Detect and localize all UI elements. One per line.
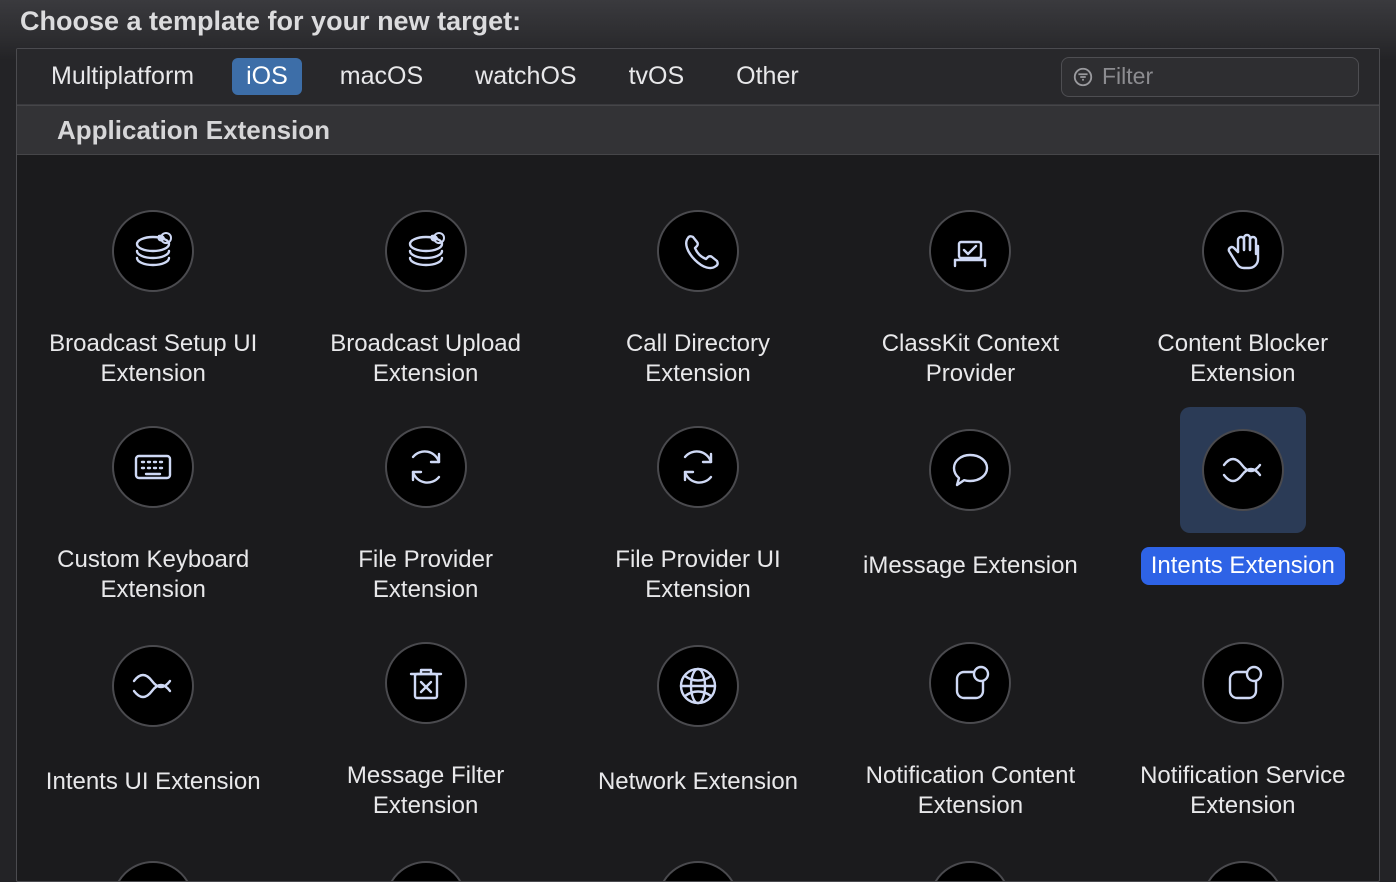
template-intents-ui-extension[interactable]: Intents UI Extension: [17, 609, 289, 825]
template-grid: Broadcast Setup UI Extension Broadcast Up…: [17, 157, 1379, 881]
template-broadcast-upload-extension[interactable]: Broadcast Upload Extension: [289, 177, 561, 393]
template-label: Custom Keyboard Extension: [33, 541, 273, 609]
template-icon-tile: [363, 407, 489, 527]
layers-circle-icon: [385, 210, 467, 292]
template-label: File Provider UI Extension: [578, 541, 818, 609]
template-icon-tile: [90, 407, 216, 527]
template-network-extension[interactable]: Network Extension: [562, 609, 834, 825]
template-icon-tile: [907, 191, 1033, 311]
template-label: Intents UI Extension: [36, 763, 271, 801]
hand-icon: [1202, 210, 1284, 292]
template-call-directory-extension[interactable]: Call Directory Extension: [562, 177, 834, 393]
tab-multiplatform[interactable]: Multiplatform: [37, 58, 208, 95]
tab-macos[interactable]: macOS: [326, 58, 437, 95]
template-icon-tile: [90, 623, 216, 749]
template-intents-extension[interactable]: Intents Extension: [1107, 393, 1379, 609]
dialog-title: Choose a template for your new target:: [0, 0, 1396, 49]
template-label: iMessage Extension: [853, 547, 1088, 585]
filter-icon: [1072, 66, 1094, 88]
template-label: Broadcast Setup UI Extension: [33, 325, 273, 393]
placeholder-icon: [112, 861, 194, 881]
template-icon-tile: [907, 623, 1033, 743]
template-label: Content Blocker Extension: [1123, 325, 1363, 393]
template-icon-tile: [635, 407, 761, 527]
section-header-application-extension: Application Extension: [17, 105, 1379, 155]
template-label: Intents Extension: [1141, 547, 1345, 585]
template-notification-content-extension[interactable]: Notification Content Extension: [834, 609, 1106, 825]
template-icon-tile: [363, 191, 489, 311]
template-classkit-context-provider[interactable]: ClassKit Context Provider: [834, 177, 1106, 393]
notification-icon: [929, 642, 1011, 724]
tab-watchos[interactable]: watchOS: [461, 58, 590, 95]
template-icon-tile: [363, 623, 489, 743]
template-label: Call Directory Extension: [578, 325, 818, 393]
filter-field[interactable]: [1061, 57, 1359, 97]
waves-icon: [1202, 429, 1284, 511]
template-custom-keyboard-extension[interactable]: Custom Keyboard Extension: [17, 393, 289, 609]
template-template-15[interactable]: [17, 825, 289, 881]
template-label: Notification Content Extension: [850, 757, 1090, 825]
template-label: Message Filter Extension: [306, 757, 546, 825]
template-icon-tile: [907, 839, 1033, 881]
placeholder-icon: [385, 861, 467, 881]
layers-circle-icon: [112, 210, 194, 292]
new-target-template-dialog: Choose a template for your new target: M…: [0, 0, 1396, 882]
cycle-icon: [657, 426, 739, 508]
globe-icon: [657, 645, 739, 727]
placeholder-icon: [657, 861, 739, 881]
classkit-icon: [929, 210, 1011, 292]
template-file-provider-ui-extension[interactable]: File Provider UI Extension: [562, 393, 834, 609]
template-label: Broadcast Upload Extension: [306, 325, 546, 393]
template-imessage-extension[interactable]: iMessage Extension: [834, 393, 1106, 609]
template-icon-tile: [1180, 623, 1306, 743]
template-panel: Multiplatform iOS macOS watchOS tvOS Oth…: [16, 48, 1380, 882]
template-template-17[interactable]: [562, 825, 834, 881]
template-file-provider-extension[interactable]: File Provider Extension: [289, 393, 561, 609]
template-template-19[interactable]: [1107, 825, 1379, 881]
waves-icon: [112, 645, 194, 727]
template-template-16[interactable]: [289, 825, 561, 881]
filter-input[interactable]: [1102, 63, 1380, 90]
template-label: File Provider Extension: [306, 541, 546, 609]
phone-icon: [657, 210, 739, 292]
template-message-filter-extension[interactable]: Message Filter Extension: [289, 609, 561, 825]
template-label: Network Extension: [588, 763, 808, 801]
template-grid-wrap: Broadcast Setup UI Extension Broadcast Up…: [17, 157, 1379, 881]
template-icon-tile: [635, 191, 761, 311]
template-icon-tile: [635, 623, 761, 749]
template-label: Notification Service Extension: [1123, 757, 1363, 825]
template-label: ClassKit Context Provider: [850, 325, 1090, 393]
template-icon-tile: [90, 191, 216, 311]
tab-tvos[interactable]: tvOS: [615, 58, 699, 95]
template-content-blocker-extension[interactable]: Content Blocker Extension: [1107, 177, 1379, 393]
upload-icon: [929, 861, 1011, 881]
template-icon-tile: [1180, 839, 1306, 881]
template-template-18[interactable]: [834, 825, 1106, 881]
trash-x-icon: [385, 642, 467, 724]
template-icon-tile: [1180, 191, 1306, 311]
tab-ios[interactable]: iOS: [232, 58, 302, 95]
tab-other[interactable]: Other: [722, 58, 813, 95]
cycle-icon: [385, 426, 467, 508]
platform-tabbar: Multiplatform iOS macOS watchOS tvOS Oth…: [17, 49, 1379, 105]
template-icon-tile: [1180, 407, 1306, 533]
template-broadcast-setup-ui-extension[interactable]: Broadcast Setup UI Extension: [17, 177, 289, 393]
placeholder-icon: [1202, 861, 1284, 881]
keyboard-icon: [112, 426, 194, 508]
speech-icon: [929, 429, 1011, 511]
template-icon-tile: [907, 407, 1033, 533]
template-icon-tile: [90, 839, 216, 881]
template-icon-tile: [363, 839, 489, 881]
template-notification-service-extension[interactable]: Notification Service Extension: [1107, 609, 1379, 825]
notification-icon: [1202, 642, 1284, 724]
template-icon-tile: [635, 839, 761, 881]
